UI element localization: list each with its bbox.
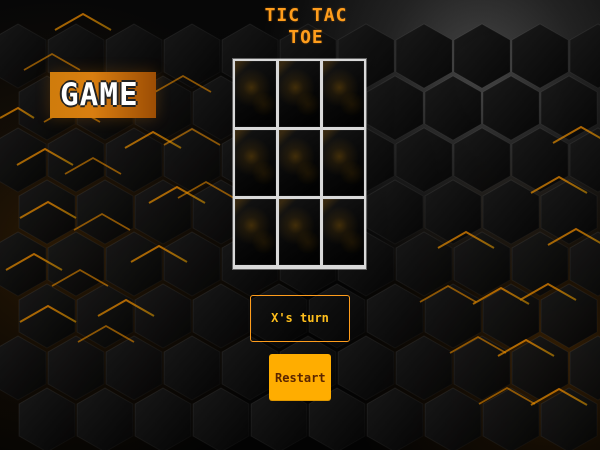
restart-button[interactable]: Restart [269,354,331,401]
board-cell-6[interactable] [323,130,364,196]
tic-tac-toe-board [233,59,366,269]
turn-status-text: X's turn [271,311,329,325]
board-cell-5[interactable] [279,130,320,196]
board-cell-9[interactable] [323,199,364,265]
board-cell-2[interactable] [279,61,320,127]
board-cell-1[interactable] [235,61,276,127]
board-cell-3[interactable] [323,61,364,127]
page-title: TIC TAC TOE [264,5,348,48]
board-cell-4[interactable] [235,130,276,196]
board-cell-8[interactable] [279,199,320,265]
board-cell-7[interactable] [235,199,276,265]
game-logo-text: GAME [60,77,139,113]
